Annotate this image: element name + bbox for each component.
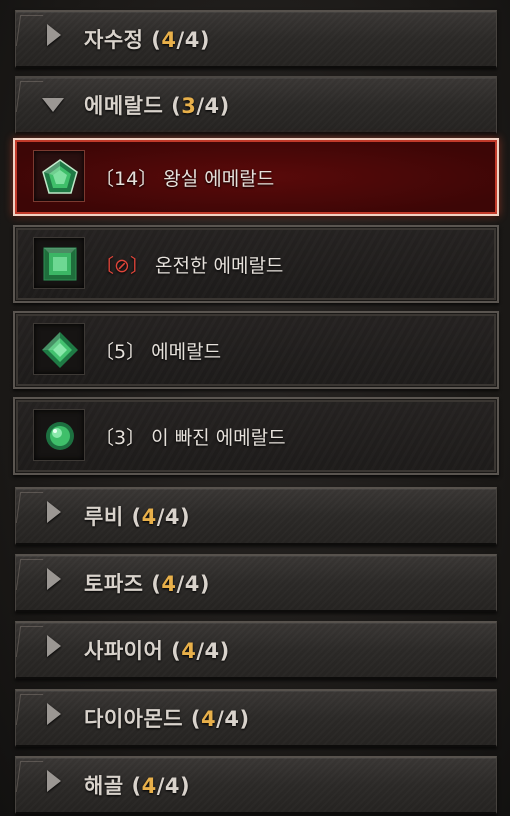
category-label: 에메랄드 (3/4) bbox=[84, 94, 230, 118]
category-total: 4 bbox=[204, 94, 220, 118]
gem-item-flawless-emerald[interactable]: 〔⊘〕 온전한 에메랄드 bbox=[13, 225, 499, 303]
gem-item-name: 왕실 에메랄드 bbox=[163, 168, 275, 190]
gem-thumbnail bbox=[33, 409, 85, 461]
category-name: 자수정 bbox=[84, 28, 144, 52]
category-count: 4 bbox=[141, 774, 157, 798]
category-diamond[interactable]: 다이아몬드 (4/4) bbox=[15, 689, 497, 747]
category-total: 4 bbox=[184, 28, 200, 52]
gem-item-level: 5 bbox=[114, 341, 127, 363]
category-name: 해골 bbox=[84, 774, 124, 798]
gem-item-level: ⊘ bbox=[114, 255, 130, 277]
category-amethyst[interactable]: 자수정 (4/4) bbox=[15, 10, 497, 68]
emerald-icon bbox=[42, 332, 78, 368]
emerald-flawless-icon bbox=[43, 247, 77, 281]
category-label: 자수정 (4/4) bbox=[84, 28, 210, 52]
frame-corner-ornament bbox=[15, 626, 44, 657]
gem-list-panel: 자수정 (4/4) 에메랄드 (3/4) 〔14〕 왕실 에메랄드 〔⊘〕 온전… bbox=[0, 0, 510, 816]
gem-item-label: 〔3〕 이 빠진 에메랄드 bbox=[95, 427, 286, 449]
category-ruby[interactable]: 루비 (4/4) bbox=[15, 487, 497, 545]
gem-item-label: 〔5〕 에메랄드 bbox=[95, 341, 222, 363]
gem-item-name: 온전한 에메랄드 bbox=[155, 255, 284, 277]
gem-thumbnail bbox=[33, 150, 85, 202]
category-name: 루비 bbox=[84, 505, 124, 529]
expand-arrow-icon[interactable] bbox=[47, 770, 61, 792]
category-name: 에메랄드 bbox=[84, 94, 164, 118]
category-count: 4 bbox=[161, 572, 177, 596]
category-count: 3 bbox=[181, 94, 197, 118]
category-label: 루비 (4/4) bbox=[84, 505, 191, 529]
gem-item-chipped-emerald[interactable]: 〔3〕 이 빠진 에메랄드 bbox=[13, 397, 499, 475]
gem-item-name: 이 빠진 에메랄드 bbox=[151, 427, 286, 449]
category-label: 사파이어 (4/4) bbox=[84, 639, 230, 663]
gem-thumbnail bbox=[33, 323, 85, 375]
frame-corner-ornament bbox=[15, 761, 44, 792]
frame-corner-ornament bbox=[15, 492, 44, 523]
category-name: 다이아몬드 bbox=[84, 707, 184, 731]
category-name: 사파이어 bbox=[84, 639, 164, 663]
emerald-royal-icon bbox=[42, 159, 78, 194]
category-count: 4 bbox=[201, 707, 217, 731]
category-label: 해골 (4/4) bbox=[84, 774, 191, 798]
gem-item-royal-emerald[interactable]: 〔14〕 왕실 에메랄드 bbox=[13, 138, 499, 216]
gem-thumbnail bbox=[33, 237, 85, 289]
category-topaz[interactable]: 토파즈 (4/4) bbox=[15, 554, 497, 612]
frame-corner-ornament bbox=[15, 15, 44, 46]
gem-item-name: 에메랄드 bbox=[151, 341, 222, 363]
collapse-arrow-icon[interactable] bbox=[42, 98, 64, 112]
frame-corner-ornament bbox=[15, 694, 44, 725]
expand-arrow-icon[interactable] bbox=[47, 635, 61, 657]
expand-arrow-icon[interactable] bbox=[47, 501, 61, 523]
category-label: 다이아몬드 (4/4) bbox=[84, 707, 250, 731]
emerald-chipped-icon bbox=[46, 422, 74, 450]
gem-item-label: 〔14〕 왕실 에메랄드 bbox=[95, 168, 275, 190]
gem-item-level: 3 bbox=[114, 427, 127, 449]
category-count: 4 bbox=[181, 639, 197, 663]
gem-item-emerald[interactable]: 〔5〕 에메랄드 bbox=[13, 311, 499, 389]
gem-item-label: 〔⊘〕 온전한 에메랄드 bbox=[95, 255, 284, 277]
gem-item-level: 14 bbox=[114, 168, 139, 190]
category-count: 4 bbox=[141, 505, 157, 529]
category-total: 4 bbox=[184, 572, 200, 596]
category-skull[interactable]: 해골 (4/4) bbox=[15, 756, 497, 814]
category-total: 4 bbox=[204, 639, 220, 663]
expand-arrow-icon[interactable] bbox=[47, 568, 61, 590]
category-total: 4 bbox=[164, 774, 180, 798]
category-sapphire[interactable]: 사파이어 (4/4) bbox=[15, 621, 497, 679]
category-emerald[interactable]: 에메랄드 (3/4) bbox=[15, 76, 497, 134]
category-total: 4 bbox=[224, 707, 240, 731]
frame-corner-ornament bbox=[15, 81, 44, 112]
category-label: 토파즈 (4/4) bbox=[84, 572, 210, 596]
expand-arrow-icon[interactable] bbox=[47, 24, 61, 46]
frame-corner-ornament bbox=[15, 559, 44, 590]
category-total: 4 bbox=[164, 505, 180, 529]
category-count: 4 bbox=[161, 28, 177, 52]
expand-arrow-icon[interactable] bbox=[47, 703, 61, 725]
category-name: 토파즈 bbox=[84, 572, 144, 596]
